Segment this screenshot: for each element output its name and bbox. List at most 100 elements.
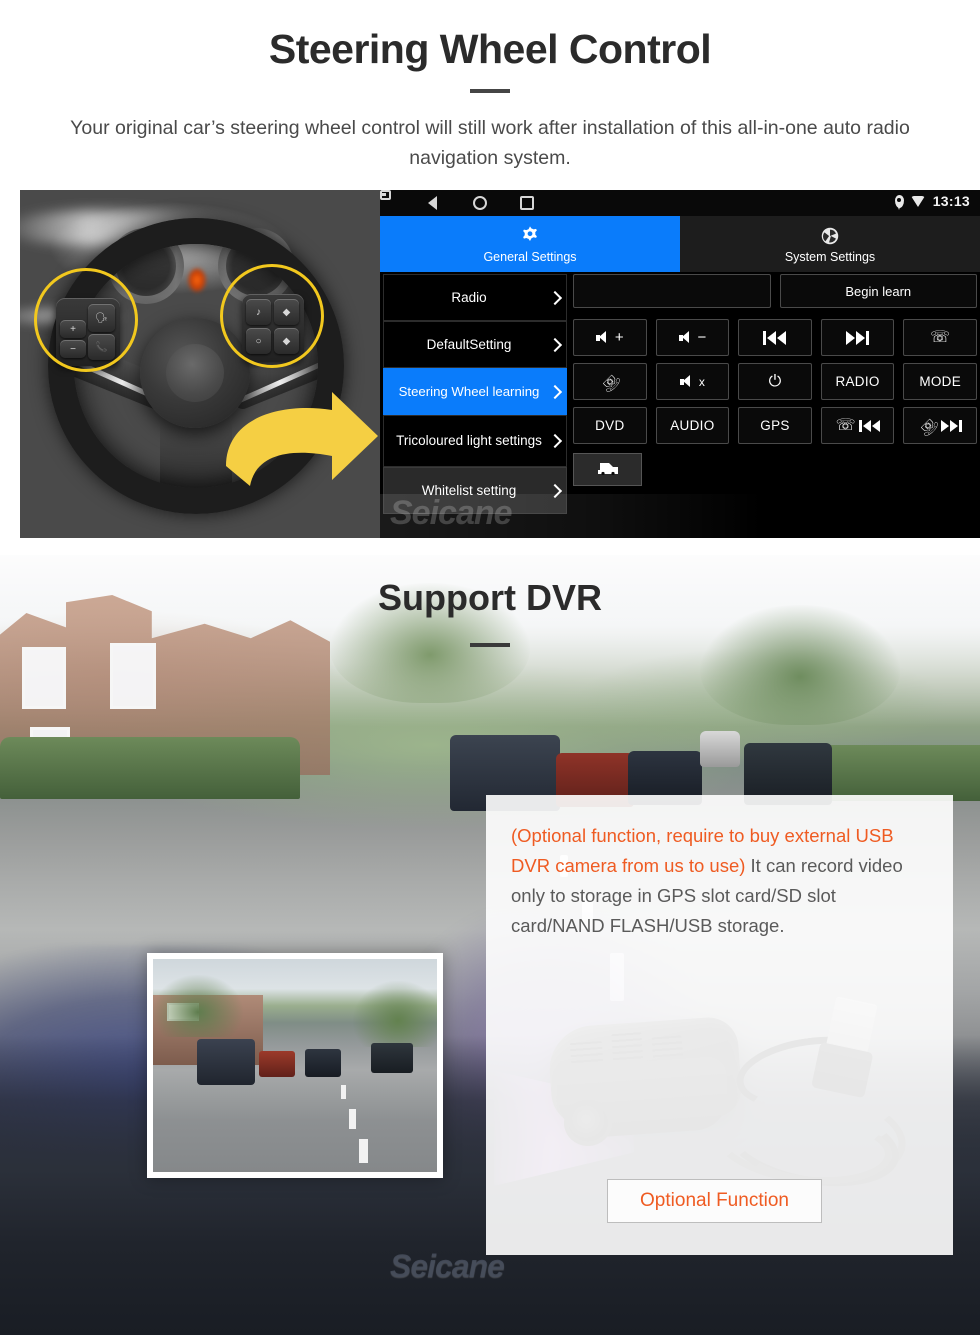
screenshot-icon[interactable] bbox=[380, 190, 391, 200]
learning-panel: Begin learn + − ☏ ☏ x ⏻ RADIO MODE DVD A… bbox=[573, 274, 977, 486]
button-dvd[interactable]: DVD bbox=[573, 407, 647, 444]
begin-learn-button[interactable]: Begin learn bbox=[779, 274, 977, 308]
next-track-icon bbox=[941, 419, 963, 432]
button-audio-label: AUDIO bbox=[670, 418, 715, 433]
function-button-grid: + − ☏ ☏ x ⏻ RADIO MODE DVD AUDIO GPS ☏ ☏ bbox=[573, 319, 977, 444]
title-divider bbox=[470, 89, 510, 93]
button-mode[interactable]: MODE bbox=[903, 363, 977, 400]
button-audio[interactable]: AUDIO bbox=[655, 407, 730, 444]
watermark-band bbox=[380, 494, 980, 538]
preview-car bbox=[197, 1039, 255, 1085]
steering-wheel-photo-strip: + − 🗣 📞 ♪ ○ ◆ ◆ 13:13 General Settings S… bbox=[20, 190, 980, 538]
preview-car bbox=[259, 1051, 295, 1077]
title-divider-2 bbox=[470, 643, 510, 647]
phone-hangup-icon: ☏ bbox=[597, 368, 624, 395]
chevron-right-icon bbox=[550, 291, 558, 305]
menu-item-tricoloured-light-settings-label: Tricoloured light settings bbox=[396, 433, 542, 448]
tab-system-settings[interactable]: System Settings bbox=[680, 216, 980, 272]
status-indicators: 13:13 bbox=[894, 193, 970, 210]
preview-tree bbox=[153, 975, 243, 1037]
dvr-info-card: (Optional function, require to buy exter… bbox=[486, 795, 953, 1255]
settings-tab-bar: General Settings System Settings bbox=[380, 216, 980, 272]
button-call-previous[interactable]: ☏ bbox=[820, 407, 895, 444]
volume-up-icon bbox=[595, 331, 611, 344]
phone-previous-icon: ☏ bbox=[835, 416, 856, 434]
previous-track-icon bbox=[858, 419, 880, 432]
recent-apps-icon[interactable] bbox=[520, 196, 534, 210]
marketing-page: Steering Wheel Control Your original car… bbox=[0, 0, 980, 1335]
home-icon[interactable] bbox=[473, 196, 487, 210]
button-volume-down[interactable]: − bbox=[655, 319, 730, 356]
android-status-bar: 13:13 bbox=[380, 190, 980, 216]
next-track-icon bbox=[846, 330, 870, 345]
menu-item-radio[interactable]: Radio bbox=[383, 274, 567, 321]
preview-car bbox=[371, 1043, 413, 1073]
tab-general-settings-label: General Settings bbox=[483, 249, 577, 264]
car-settings-button[interactable] bbox=[573, 453, 642, 486]
section-subtitle: Your original car’s steering wheel contr… bbox=[70, 117, 910, 169]
button-volume-up[interactable]: + bbox=[573, 319, 647, 356]
page-title-support-dvr: Support DVR bbox=[378, 577, 602, 618]
head-unit-screen: 13:13 General Settings System Settings R… bbox=[380, 190, 980, 538]
mute-icon bbox=[679, 375, 695, 388]
preview-car bbox=[305, 1049, 341, 1077]
button-power[interactable]: ⏻ bbox=[738, 363, 812, 400]
section-steering-wheel-header: Steering Wheel Control Your original car… bbox=[0, 0, 980, 190]
dashcam-preview-frame bbox=[147, 953, 443, 1178]
tab-system-settings-label: System Settings bbox=[784, 249, 876, 264]
preview-lane-marking bbox=[341, 1085, 346, 1099]
phone-answer-icon: ☏ bbox=[930, 328, 951, 346]
pointing-arrow bbox=[220, 388, 380, 488]
preview-lane-marking bbox=[349, 1109, 356, 1129]
tab-general-settings[interactable]: General Settings bbox=[380, 216, 680, 272]
hedge-left bbox=[0, 737, 300, 799]
button-gps[interactable]: GPS bbox=[738, 407, 812, 444]
back-icon[interactable] bbox=[426, 196, 440, 210]
preview-lane-marking bbox=[359, 1139, 368, 1163]
highlight-circle-right bbox=[220, 264, 324, 368]
power-icon: ⏻ bbox=[768, 372, 782, 390]
chevron-right-icon bbox=[550, 434, 558, 448]
wifi-icon bbox=[910, 195, 926, 207]
dashcam-preview-image bbox=[153, 959, 437, 1172]
distant-van bbox=[700, 731, 740, 767]
optional-function-button[interactable]: Optional Function bbox=[607, 1179, 822, 1223]
button-next-track[interactable] bbox=[820, 319, 895, 356]
phone-reject-icon: ☏ bbox=[915, 412, 942, 439]
button-mute[interactable]: x bbox=[655, 363, 730, 400]
button-hangup-call[interactable]: ☏ bbox=[573, 363, 647, 400]
preview-tree bbox=[353, 981, 437, 1047]
previous-track-icon bbox=[763, 330, 787, 345]
button-radio[interactable]: RADIO bbox=[820, 363, 895, 400]
chevron-right-icon bbox=[550, 338, 558, 352]
menu-item-default-setting-label: DefaultSetting bbox=[426, 336, 512, 352]
system-settings-icon bbox=[819, 225, 841, 247]
gear-icon bbox=[519, 225, 541, 247]
menu-item-tricoloured-light-settings[interactable]: Tricoloured light settings bbox=[383, 415, 567, 467]
house-window bbox=[110, 643, 156, 709]
volume-down-icon bbox=[678, 331, 694, 344]
status-clock: 13:13 bbox=[932, 193, 970, 209]
car-icon bbox=[596, 458, 620, 481]
button-answer-call[interactable]: ☏ bbox=[903, 319, 977, 356]
settings-content: Radio DefaultSetting Steering Wheel lear… bbox=[380, 272, 980, 538]
chevron-right-icon bbox=[550, 385, 558, 399]
page-title-steering-wheel: Steering Wheel Control bbox=[268, 26, 712, 72]
dvr-info-text: (Optional function, require to buy exter… bbox=[511, 821, 931, 941]
button-mode-label: MODE bbox=[919, 374, 962, 389]
learn-key-input[interactable] bbox=[573, 274, 771, 308]
menu-item-steering-wheel-learning-label: Steering Wheel learning bbox=[398, 383, 540, 399]
menu-item-default-setting[interactable]: DefaultSetting bbox=[383, 321, 567, 368]
tree bbox=[700, 605, 900, 725]
location-pin-icon bbox=[894, 194, 904, 210]
menu-item-radio-label: Radio bbox=[451, 289, 487, 305]
button-previous-track[interactable] bbox=[738, 319, 812, 356]
settings-menu-list: Radio DefaultSetting Steering Wheel lear… bbox=[383, 274, 567, 514]
button-gps-label: GPS bbox=[760, 418, 790, 433]
house-window bbox=[22, 647, 66, 709]
button-reject-next[interactable]: ☏ bbox=[903, 407, 977, 444]
learning-top-row: Begin learn bbox=[573, 274, 977, 308]
menu-item-steering-wheel-learning[interactable]: Steering Wheel learning bbox=[383, 368, 567, 415]
highlight-circle-left bbox=[34, 268, 138, 372]
button-dvd-label: DVD bbox=[595, 418, 625, 433]
